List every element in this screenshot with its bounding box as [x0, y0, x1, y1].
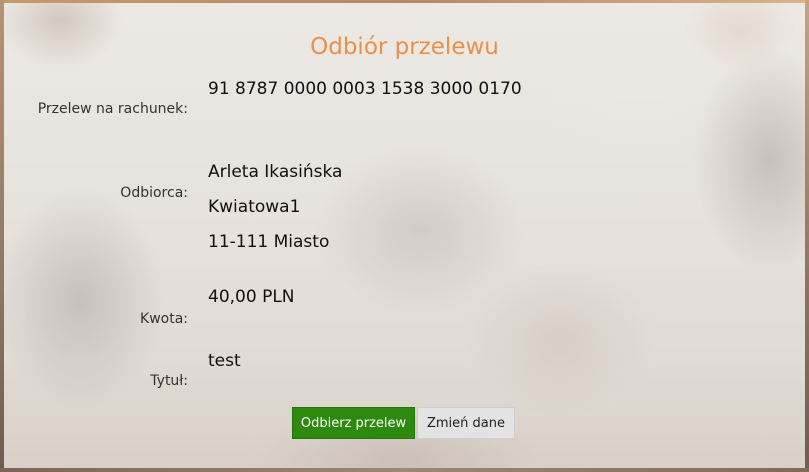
- transfer-receive-window: Odbiór przelewu Przelew na rachunek: 91 …: [0, 0, 809, 472]
- transfer-title-value: test: [208, 351, 241, 371]
- transfer-form: Odbiór przelewu Przelew na rachunek: 91 …: [0, 0, 809, 472]
- recipient-street: Kwiatowa1: [208, 197, 301, 217]
- recipient-city: 11-111 Miasto: [208, 232, 330, 252]
- amount-label: Kwota:: [140, 311, 188, 327]
- account-number: 91 8787 0000 0003 1538 3000 0170: [208, 79, 522, 99]
- page-title: Odbiór przelewu: [310, 34, 499, 60]
- amount-value: 40,00 PLN: [208, 287, 295, 307]
- transfer-title-label: Tytuł:: [150, 373, 188, 389]
- receive-transfer-button[interactable]: Odbierz przelew: [292, 407, 415, 439]
- recipient-label: Odbiorca:: [120, 185, 188, 201]
- change-data-button[interactable]: Zmień dane: [417, 407, 515, 439]
- recipient-name: Arleta Ikasińska: [208, 162, 343, 182]
- account-label: Przelew na rachunek:: [37, 101, 188, 117]
